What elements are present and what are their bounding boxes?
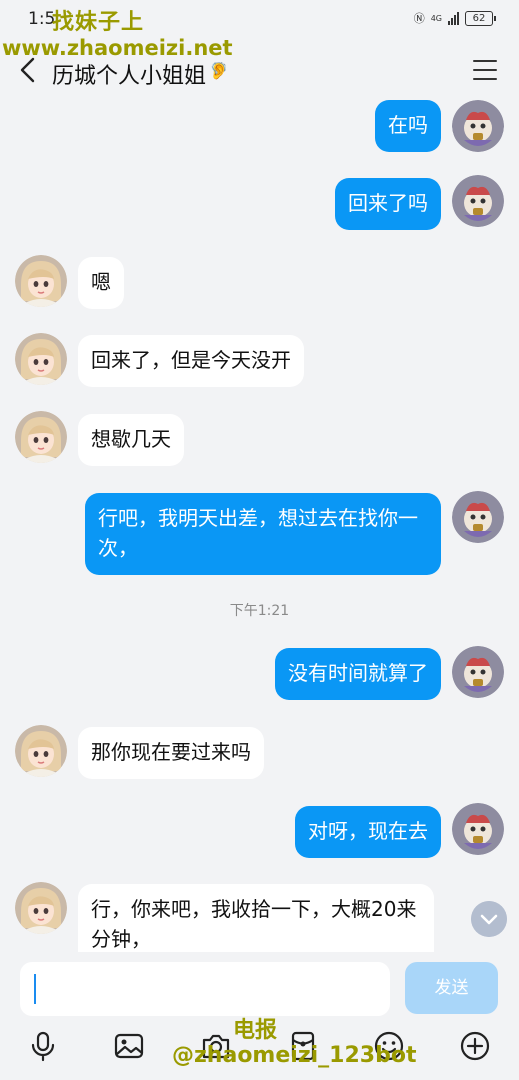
mic-icon[interactable]	[27, 1030, 59, 1062]
my-avatar[interactable]	[452, 803, 504, 855]
chat-header: 历城个人小姐姐 🦻	[0, 40, 519, 102]
contact-avatar[interactable]	[15, 333, 67, 385]
nfc-icon: Ⓝ	[413, 12, 425, 25]
outgoing-message-bubble[interactable]: 对呀，现在去	[295, 806, 441, 858]
contact-avatar[interactable]	[15, 255, 67, 307]
contact-avatar[interactable]	[15, 725, 67, 777]
watermark-bottom-line2: @zhaomeizi_123bot	[172, 1043, 417, 1068]
contact-avatar[interactable]	[15, 411, 67, 463]
menu-icon[interactable]	[473, 60, 497, 80]
incoming-message-bubble[interactable]: 回来了，但是今天没开	[78, 335, 304, 387]
send-button[interactable]: 发送	[405, 962, 498, 1014]
outgoing-message-bubble[interactable]: 在吗	[375, 100, 441, 152]
ear-icon: 🦻	[209, 61, 229, 80]
watermark-bottom-line1: 电报	[233, 1018, 278, 1043]
outgoing-message-bubble[interactable]: 没有时间就算了	[275, 648, 441, 700]
outgoing-message-bubble[interactable]: 回来了吗	[335, 178, 441, 230]
message-input[interactable]	[20, 962, 390, 1016]
network-type: 4G	[430, 13, 442, 23]
status-icons: Ⓝ 4G 62	[413, 10, 496, 26]
text-caret	[34, 974, 36, 1004]
contact-avatar[interactable]	[15, 882, 67, 934]
incoming-message-bubble[interactable]: 想歇几天	[78, 414, 184, 466]
incoming-message-bubble[interactable]: 嗯	[78, 257, 124, 309]
watermark-top-line1: 找妹子上	[52, 10, 145, 35]
image-icon[interactable]	[113, 1030, 145, 1062]
my-avatar[interactable]	[452, 100, 504, 152]
timestamp: 下午1:21	[229, 603, 290, 619]
plus-icon[interactable]	[459, 1030, 491, 1062]
chat-title[interactable]: 历城个人小姐姐	[52, 58, 206, 90]
my-avatar[interactable]	[452, 491, 504, 543]
outgoing-message-bubble[interactable]: 行吧，我明天出差，想过去在找你一次，	[85, 493, 441, 575]
battery-icon: 62	[465, 10, 496, 26]
scroll-down-icon[interactable]	[471, 901, 507, 937]
back-arrow-icon[interactable]	[16, 56, 40, 84]
signal-icon	[448, 11, 459, 25]
my-avatar[interactable]	[452, 646, 504, 698]
incoming-message-bubble[interactable]: 那你现在要过来吗	[78, 727, 264, 779]
my-avatar[interactable]	[452, 175, 504, 227]
